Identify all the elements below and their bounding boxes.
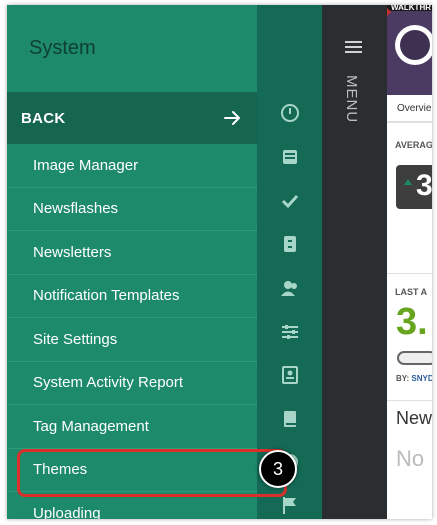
step-badge: 3 (259, 450, 297, 488)
back-button[interactable]: BACK (7, 92, 257, 144)
trend-up-icon (404, 179, 412, 185)
last-value: 3. (396, 301, 428, 343)
flag-icon[interactable] (280, 495, 300, 515)
divider (387, 400, 432, 401)
average-score-box: 3 (396, 165, 432, 209)
menu-item-system-activity-report[interactable]: System Activity Report (7, 362, 257, 405)
by-label: BY: (396, 374, 410, 383)
panel-title: System (29, 37, 96, 59)
divider (387, 273, 432, 274)
dashboard-content: WALKTHR Overvie AVERAG 3 LAST A 3. BY: S… (387, 5, 432, 519)
checkmark-icon[interactable] (280, 191, 300, 211)
by-line: BY: SNYD (396, 374, 432, 383)
sliders-icon[interactable] (280, 322, 300, 342)
main-menu-strip[interactable]: MENU (322, 5, 387, 519)
average-label: AVERAG (395, 140, 432, 150)
progress-pill (397, 351, 432, 365)
menu-item-tag-management[interactable]: Tag Management (7, 405, 257, 449)
book-icon[interactable] (280, 409, 300, 429)
screenshot-frame: System BACK Image Manager Newsflashes Ne… (0, 0, 437, 525)
menu-item-image-manager[interactable]: Image Manager (7, 144, 257, 188)
contact-card-icon[interactable] (280, 365, 300, 385)
app-screen: System BACK Image Manager Newsflashes Ne… (7, 5, 432, 519)
last-label: LAST A (395, 287, 428, 297)
by-name[interactable]: SNYD (411, 374, 432, 383)
menu-item-newsletters[interactable]: Newsletters (7, 231, 257, 275)
cabinet-icon[interactable] (280, 234, 300, 254)
menu-item-notification-templates[interactable]: Notification Templates (7, 275, 257, 318)
tab-overview[interactable]: Overvie (387, 95, 432, 123)
walkthrough-banner[interactable]: WALKTHR (387, 5, 432, 11)
hamburger-icon[interactable] (345, 41, 362, 56)
dashboard-icon[interactable] (280, 103, 300, 123)
people-icon[interactable] (280, 278, 300, 298)
icon-rail (257, 5, 322, 519)
system-menu-panel: System BACK Image Manager Newsflashes Ne… (7, 5, 257, 519)
inbox-icon[interactable] (280, 147, 300, 167)
overview-header (387, 11, 432, 95)
themes-highlight (17, 449, 287, 497)
menu-label: MENU (343, 75, 360, 124)
menu-item-site-settings[interactable]: Site Settings (7, 318, 257, 362)
menu-item-newsflashes[interactable]: Newsflashes (7, 188, 257, 231)
back-label: BACK (21, 109, 66, 127)
arrow-right-icon (224, 111, 240, 125)
new-section-title: New (396, 408, 432, 428)
empty-state-text: No (396, 446, 425, 471)
average-value: 3 (416, 169, 432, 202)
